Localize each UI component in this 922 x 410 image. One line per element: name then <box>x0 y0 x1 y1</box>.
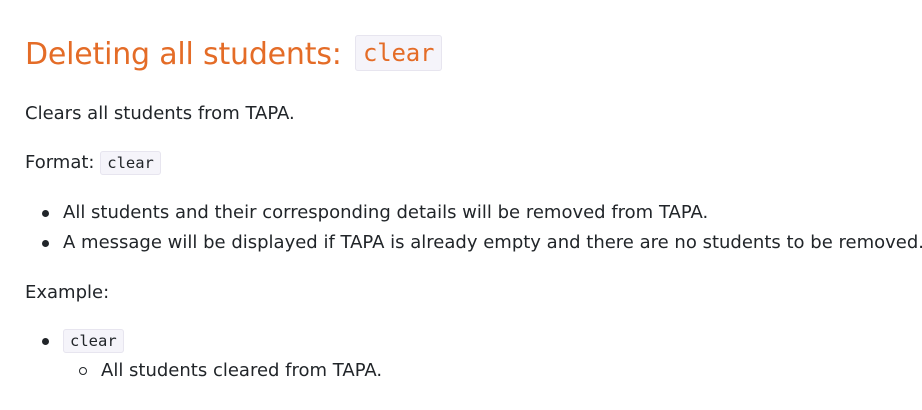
heading-text: Deleting all students: <box>25 37 342 72</box>
bullet-circle-icon <box>79 367 87 375</box>
example-result-text: All students cleared from TAPA. <box>101 360 383 381</box>
example-command-code: clear <box>63 329 124 353</box>
heading-command-code: clear <box>355 35 443 71</box>
bullet-dot-icon <box>42 338 49 345</box>
section-heading: Deleting all students: clear <box>25 33 443 78</box>
list-item: A message will be displayed if TAPA is a… <box>25 228 922 258</box>
example-label: Example: <box>25 282 110 303</box>
format-label: Format: <box>25 152 95 173</box>
list-item: clear All students cleared from TAPA. <box>25 326 382 386</box>
note-text: A message will be displayed if TAPA is a… <box>63 232 922 253</box>
format-command-code: clear <box>100 151 161 175</box>
notes-list: All students and their corresponding det… <box>25 198 922 258</box>
bullet-dot-icon <box>42 210 49 217</box>
list-item: All students and their corresponding det… <box>25 198 922 228</box>
example-result-list: All students cleared from TAPA. <box>63 356 382 386</box>
format-line: Format: clear <box>25 148 161 178</box>
list-item: All students cleared from TAPA. <box>63 356 382 386</box>
note-text: All students and their corresponding det… <box>63 202 709 223</box>
description-text: Clears all students from TAPA. <box>25 103 295 124</box>
examples-list: clear All students cleared from TAPA. <box>25 326 382 386</box>
bullet-dot-icon <box>42 240 49 247</box>
